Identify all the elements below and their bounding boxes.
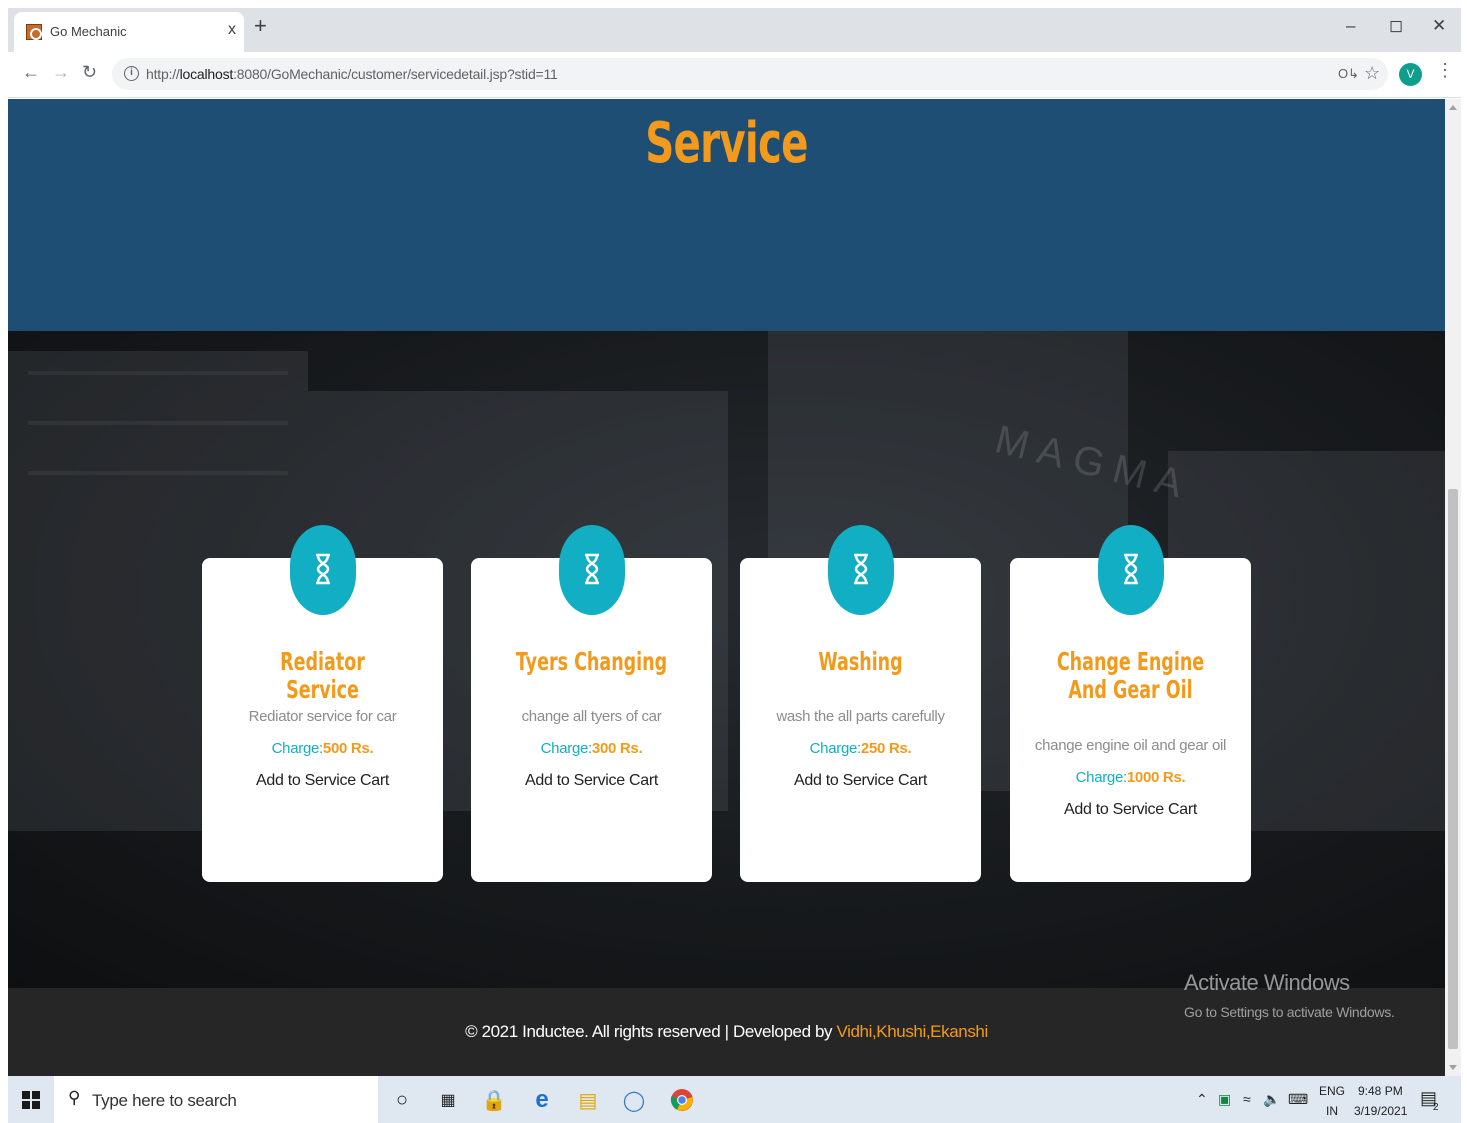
service-charge: Charge:500 Rs. bbox=[202, 740, 443, 757]
service-card: Tyers Changing change all tyers of car C… bbox=[471, 525, 712, 882]
screen: Go Mechanic x + – ◻ ✕ ← → ↻ i http://loc… bbox=[0, 0, 1467, 1123]
hourglass-icon bbox=[290, 525, 356, 615]
store-icon[interactable]: 🔒 bbox=[480, 1086, 508, 1114]
browser-menu-icon[interactable]: ⋮ bbox=[1436, 61, 1454, 79]
security-shield-icon[interactable]: ◯ bbox=[620, 1086, 648, 1114]
service-card: Change Engine And Gear Oil change engine… bbox=[1010, 525, 1251, 882]
developer-names: Vidhi,Khushi,Ekanshi bbox=[836, 1022, 988, 1041]
service-charge: Charge:300 Rs. bbox=[471, 740, 712, 757]
background-stripe bbox=[28, 471, 288, 475]
charge-label: Charge: bbox=[540, 740, 593, 757]
background-stripe bbox=[28, 421, 288, 425]
scroll-up-icon[interactable] bbox=[1449, 105, 1457, 110]
service-description: wash the all parts carefully bbox=[776, 708, 945, 725]
service-title: Change Engine And Gear Oil bbox=[1056, 647, 1205, 704]
add-to-service-cart-button[interactable]: Add to Service Cart bbox=[1010, 801, 1251, 819]
hourglass-icon bbox=[828, 525, 894, 615]
scroll-thumb[interactable] bbox=[1448, 489, 1458, 1049]
charge-value: 250 Rs. bbox=[860, 740, 912, 757]
url-path: :8080/GoMechanic/customer/servicedetail.… bbox=[233, 66, 558, 82]
hourglass-icon bbox=[559, 525, 625, 615]
charge-value: 1000 Rs. bbox=[1126, 769, 1186, 786]
url-host: localhost bbox=[179, 66, 234, 82]
service-description: change engine oil and gear oil bbox=[1034, 737, 1227, 754]
add-to-service-cart-button[interactable]: Add to Service Cart bbox=[740, 772, 981, 790]
tray-chevron-up-icon[interactable]: ⌃ bbox=[1196, 1091, 1208, 1108]
hourglass-icon bbox=[1098, 525, 1164, 615]
service-card: Washing wash the all parts carefully Cha… bbox=[740, 525, 981, 882]
background-stripe bbox=[28, 371, 288, 375]
page-title: Service bbox=[645, 111, 808, 176]
copyright-text: © 2021 Inductee. All rights reserved | D… bbox=[465, 1022, 837, 1041]
address-bar[interactable]: i http://localhost:8080/GoMechanic/custo… bbox=[112, 58, 1388, 90]
add-to-service-cart-button[interactable]: Add to Service Cart bbox=[471, 772, 712, 790]
wifi-icon[interactable]: ≈ bbox=[1243, 1091, 1251, 1107]
url-prefix: http:// bbox=[146, 66, 180, 82]
notification-count: 2 bbox=[1433, 1102, 1439, 1113]
chrome-icon[interactable] bbox=[668, 1086, 696, 1114]
search-placeholder: Type here to search bbox=[92, 1091, 237, 1110]
browser-toolbar: ← → ↻ i http://localhost:8080/GoMechanic… bbox=[8, 52, 1461, 98]
back-arrow-icon[interactable]: ← bbox=[22, 63, 40, 81]
service-title: Washing bbox=[818, 647, 903, 676]
reload-icon[interactable]: ↻ bbox=[82, 63, 97, 81]
page-banner: Service bbox=[8, 99, 1445, 331]
tab-close-button[interactable]: x bbox=[228, 21, 236, 39]
key-icon[interactable]: O↳ bbox=[1338, 66, 1359, 82]
info-icon[interactable]: i bbox=[124, 66, 139, 81]
activate-windows-watermark: Activate Windows Go to Settings to activ… bbox=[1184, 970, 1395, 1020]
service-title: Rediator Service bbox=[280, 647, 365, 704]
language-top[interactable]: ENG bbox=[1319, 1084, 1345, 1098]
windows-start-icon[interactable] bbox=[22, 1091, 40, 1109]
browser-tab-bar: Go Mechanic x + – ◻ ✕ bbox=[8, 8, 1461, 52]
charge-value: 500 Rs. bbox=[322, 740, 374, 757]
activate-subtitle: Go to Settings to activate Windows. bbox=[1184, 1004, 1395, 1020]
add-to-service-cart-button[interactable]: Add to Service Cart bbox=[202, 772, 443, 790]
page-viewport: Service MAGMA Rediator Service Rediator … bbox=[8, 99, 1445, 1076]
charge-value: 300 Rs. bbox=[591, 740, 643, 757]
service-description: Rediator service for car bbox=[248, 708, 397, 725]
browser-tab[interactable]: Go Mechanic x bbox=[14, 12, 244, 52]
footer-text: © 2021 Inductee. All rights reserved | D… bbox=[8, 1022, 1445, 1042]
bookmark-star-icon[interactable]: ☆ bbox=[1364, 63, 1380, 84]
charge-label: Charge: bbox=[1075, 769, 1128, 786]
service-charge: Charge:1000 Rs. bbox=[1010, 769, 1251, 786]
windows-taskbar: ⚲ Type here to search ○ ▦ 🔒 e ▤ ◯ ⌃ ▣ ≈ … bbox=[8, 1076, 1461, 1123]
profile-avatar[interactable]: V bbox=[1399, 63, 1422, 86]
service-card: Rediator Service Rediator service for ca… bbox=[202, 525, 443, 882]
charge-label: Charge: bbox=[271, 740, 324, 757]
scroll-down-icon[interactable] bbox=[1449, 1065, 1457, 1070]
keyboard-icon[interactable]: ⌨ bbox=[1288, 1091, 1308, 1108]
network-tray-icon[interactable]: ▣ bbox=[1218, 1091, 1231, 1108]
clock-date[interactable]: 3/19/2021 bbox=[1354, 1104, 1407, 1118]
close-window-icon[interactable]: ✕ bbox=[1432, 16, 1446, 36]
maximize-icon[interactable]: ◻ bbox=[1389, 16, 1403, 36]
task-view-icon[interactable]: ▦ bbox=[434, 1086, 462, 1114]
service-title: Tyers Changing bbox=[515, 647, 668, 676]
favicon-icon bbox=[26, 24, 42, 40]
language-bottom[interactable]: IN bbox=[1326, 1104, 1338, 1118]
tab-title: Go Mechanic bbox=[50, 24, 127, 39]
new-tab-button[interactable]: + bbox=[254, 15, 267, 37]
vertical-scrollbar[interactable] bbox=[1445, 99, 1461, 1076]
edge-browser-icon[interactable]: e bbox=[528, 1086, 556, 1114]
forward-arrow-icon[interactable]: → bbox=[52, 63, 70, 81]
charge-label: Charge: bbox=[809, 740, 862, 757]
search-icon: ⚲ bbox=[68, 1088, 81, 1107]
volume-icon[interactable]: 🔈 bbox=[1263, 1091, 1280, 1108]
taskbar-search-box[interactable]: ⚲ Type here to search bbox=[54, 1076, 378, 1123]
service-charge: Charge:250 Rs. bbox=[740, 740, 981, 757]
minimize-icon[interactable]: – bbox=[1346, 16, 1355, 36]
activate-title: Activate Windows bbox=[1184, 970, 1350, 995]
cortana-icon[interactable]: ○ bbox=[388, 1086, 416, 1114]
file-explorer-icon[interactable]: ▤ bbox=[574, 1086, 602, 1114]
service-description: change all tyers of car bbox=[521, 708, 662, 725]
clock-time[interactable]: 9:48 PM bbox=[1358, 1084, 1403, 1098]
url-text[interactable]: http://localhost:8080/GoMechanic/custome… bbox=[146, 66, 558, 82]
